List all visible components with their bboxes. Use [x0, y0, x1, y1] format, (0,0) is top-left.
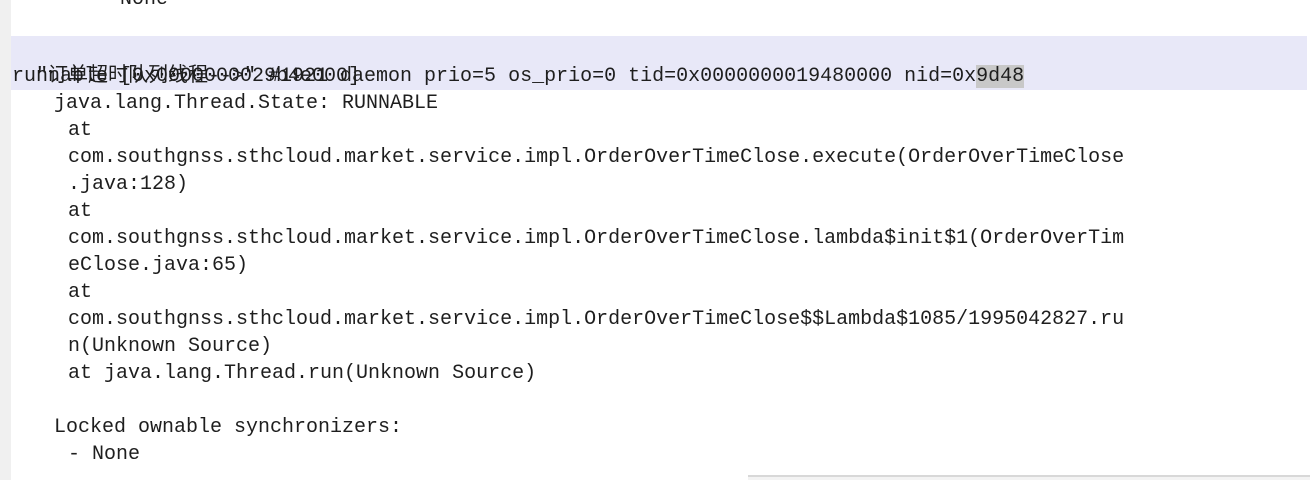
stack-frame-line: at java.lang.Thread.run(Unknown Source) [68, 362, 537, 385]
stack-frame-line: eClose.java:65) [68, 254, 249, 277]
locked-synchronizers-label: Locked ownable synchronizers: [54, 416, 403, 439]
stack-frame-line: at [68, 200, 93, 223]
stack-frame-line: n(Unknown Source) [68, 335, 273, 358]
stack-frame-line: com.southgnss.sthcloud.market.service.im… [68, 146, 1125, 169]
previous-entry-tail: - None [96, 0, 168, 13]
selected-text[interactable]: 9d48 [976, 65, 1025, 88]
stack-frame-line: com.southgnss.sthcloud.market.service.im… [68, 308, 1125, 331]
locked-synchronizers-value: - None [68, 443, 141, 466]
stack-frame-line: .java:128) [68, 173, 189, 196]
thread-header-line[interactable]: "订单超时队列线程-->" #1921 daemon prio=5 os_pri… [12, 36, 1025, 88]
stack-frame-line: at [68, 281, 93, 304]
editor-left-gutter [0, 0, 11, 480]
stack-frame-line: com.southgnss.sthcloud.market.service.im… [68, 227, 1125, 250]
stack-frame-line: at [68, 119, 93, 142]
thread-header-line-2: runnable [0x0000000029b4e000] [12, 65, 361, 88]
thread-state-line: java.lang.Thread.State: RUNNABLE [54, 92, 439, 115]
